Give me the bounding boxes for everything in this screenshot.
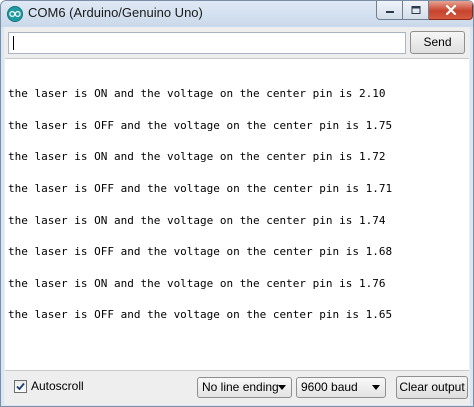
output-line: the laser is ON and the voltage on the c… [8, 87, 386, 100]
output-line: the laser is OFF and the voltage on the … [8, 182, 393, 195]
send-input[interactable] [8, 32, 406, 54]
chevron-down-icon [372, 385, 380, 390]
window-title: COM6 (Arduino/Genuino Uno) [28, 5, 203, 20]
serial-monitor-body: Send the laser is ON and the voltage on … [4, 27, 470, 405]
clear-output-button[interactable]: Clear output [396, 376, 468, 399]
maximize-button[interactable] [403, 1, 429, 20]
close-icon [445, 5, 456, 15]
line-ending-select[interactable]: No line ending [197, 377, 292, 398]
autoscroll-label[interactable]: Autoscroll [31, 379, 84, 393]
bottom-bar: Autoscroll No line ending 9600 baud Clea… [4, 371, 470, 405]
output-line: the laser is OFF and the voltage on the … [8, 308, 393, 321]
baud-rate-value: 9600 baud [301, 380, 358, 394]
line-ending-value: No line ending [202, 380, 279, 394]
output-line: the laser is OFF and the voltage on the … [8, 119, 393, 132]
output-line: the laser is OFF and the voltage on the … [8, 245, 393, 258]
output-line: the laser is ON and the voltage on the c… [8, 150, 386, 163]
send-button[interactable]: Send [410, 31, 465, 54]
checkmark-icon [16, 382, 25, 391]
title-bar[interactable]: COM6 (Arduino/Genuino Uno) [1, 1, 473, 27]
minimize-icon [385, 11, 394, 13]
arduino-icon [7, 6, 23, 22]
chevron-down-icon [278, 385, 286, 390]
output-line: the laser is ON and the voltage on the c… [8, 277, 386, 290]
maximize-icon [411, 6, 420, 14]
minimize-button[interactable] [376, 1, 403, 20]
output-line: the laser is ON and the voltage on the c… [8, 214, 386, 227]
text-caret [13, 36, 14, 50]
serial-monitor-window: COM6 (Arduino/Genuino Uno) Send the lase… [0, 0, 474, 407]
baud-rate-select[interactable]: 9600 baud [296, 377, 386, 398]
caption-buttons [376, 1, 473, 21]
autoscroll-checkbox[interactable] [14, 380, 27, 393]
close-button[interactable] [429, 1, 473, 20]
serial-output[interactable]: the laser is ON and the voltage on the c… [5, 58, 469, 371]
